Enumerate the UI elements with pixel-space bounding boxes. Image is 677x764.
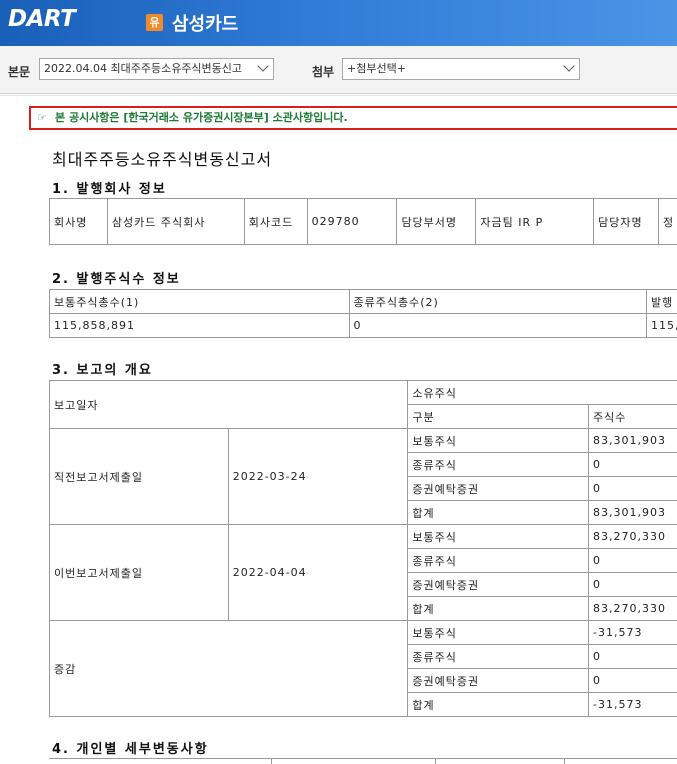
notice-text: 본 공시사항은 [한국거래소 유가증권시장본부] 소관사항입니다. xyxy=(55,111,348,124)
section3-heading: 3. 보고의 개요 xyxy=(52,363,153,378)
table-cell: 0 xyxy=(588,644,677,669)
chevron-down-icon xyxy=(257,60,269,72)
table-cell: 0 xyxy=(348,313,647,338)
company-info-table: 회사명 삼성카드 주식회사 회사코드 029780 담당부서명 자금팀 IR P… xyxy=(49,198,677,245)
top-header: DART 유 삼성카드 xyxy=(0,0,677,46)
listed-market-badge-icon: 유 xyxy=(146,14,163,31)
table-cell: 0 xyxy=(588,548,677,573)
report-summary-table: 보고일자 소유주식 구분 주식수 직전보고서제출일 2022-03-24 보통주… xyxy=(48,380,677,717)
table-cell: -31,573 xyxy=(588,692,677,717)
table-header-cell: 구분 xyxy=(407,404,590,429)
table-cell: 0 xyxy=(588,572,677,597)
table-cell: 자금팀 IR P xyxy=(475,198,595,245)
table-cell: 83,301,903 xyxy=(588,500,677,525)
table-row: 보고일자 소유주식 xyxy=(48,380,677,429)
group-date-cell: 2022-04-04 xyxy=(227,524,409,621)
table-cell: 증권예탁증권 xyxy=(407,476,590,501)
main-doc-select-value: 2022.04.04 최대주주등소유주식변동신고 xyxy=(44,62,243,75)
table-cell: 합계 xyxy=(407,692,590,717)
table-row: 증감 보통주식 -31,573 xyxy=(48,620,677,717)
table-cell: 83,301,903 xyxy=(588,428,677,453)
company-name: 삼성카드 xyxy=(172,14,239,35)
section1-heading: 1. 발행회사 정보 xyxy=(52,182,167,197)
table-cell: 증권예탁증권 xyxy=(407,572,590,597)
table-cell: 115,858,891 xyxy=(49,313,350,338)
section2-heading: 2. 발행주식수 정보 xyxy=(52,272,181,287)
main-doc-label: 본문 xyxy=(8,65,31,79)
table-cell: 보통주식 xyxy=(407,620,590,645)
attachment-select[interactable]: +첨부선택+ xyxy=(342,58,580,80)
table-header-cell: 소유주식 xyxy=(407,380,677,405)
chevron-down-icon xyxy=(563,60,575,72)
table-cell: 담당자명 xyxy=(593,198,659,245)
table-header-cell: 종류주식총수(2) xyxy=(348,289,647,314)
group-label-cell: 증감 xyxy=(48,620,409,717)
table-cell: 종류주식 xyxy=(407,548,590,573)
table-header-cell: 발행 xyxy=(646,289,677,314)
dart-logo[interactable]: DART xyxy=(8,6,76,32)
main-doc-select[interactable]: 2022.04.04 최대주주등소유주식변동신고 xyxy=(39,58,274,80)
table-row: 보통주식총수(1) 종류주식총수(2) 발행 xyxy=(49,289,677,314)
document-viewer[interactable]: ☞ 본 공시사항은 [한국거래소 유가증권시장본부] 소관사항입니다. 최대주주… xyxy=(0,95,677,764)
table-cell: 합계 xyxy=(407,596,590,621)
table-cell: 정 xyxy=(658,198,677,245)
pointing-hand-icon: ☞ xyxy=(37,111,47,124)
document-title: 최대주주등소유주식변동신고서 xyxy=(52,150,273,169)
table-cell: 0 xyxy=(588,452,677,477)
group-date-cell: 2022-03-24 xyxy=(227,428,409,525)
document-selector-bar: 본문 2022.04.04 최대주주등소유주식변동신고 첨부 +첨부선택+ xyxy=(0,46,677,94)
table-row: 이번보고서제출일 2022-04-04 보통주식 83,270,330 xyxy=(49,524,677,621)
table-cell: 83,270,330 xyxy=(588,524,677,549)
table-row: 직전보고서제출일 2022-03-24 보통주식 83,301,903 xyxy=(49,428,677,525)
section4-heading: 4. 개인별 세부변동사항 xyxy=(52,742,209,757)
table-cell: 증권예탁증권 xyxy=(407,668,590,693)
table-cell: 종류주식 xyxy=(407,644,590,669)
table-cell: 보통주식 xyxy=(407,524,590,549)
table-cell: 회사명 xyxy=(49,198,108,245)
attachment-select-value: +첨부선택+ xyxy=(347,62,406,75)
attachment-label: 첨부 xyxy=(312,65,335,79)
table-cell: -31,573 xyxy=(588,620,677,645)
table-cell: 삼성카드 주식회사 xyxy=(106,198,245,245)
table-header-cell: 보통주식총수(1) xyxy=(49,289,350,314)
section4-table-top xyxy=(49,758,677,764)
table-cell: 담당부서명 xyxy=(396,198,477,245)
table-cell: 115, xyxy=(646,313,677,338)
group-label-cell: 이번보고서제출일 xyxy=(49,524,229,621)
table-header-cell: 보고일자 xyxy=(48,380,409,429)
table-header-cell: 주식수 xyxy=(588,404,677,429)
table-cell: 합계 xyxy=(407,500,590,525)
table-cell: 종류주식 xyxy=(407,452,590,477)
table-cell: 029780 xyxy=(306,198,398,245)
table-cell: 회사코드 xyxy=(243,198,308,245)
table-row: 115,858,891 0 115, xyxy=(49,313,677,338)
table-cell: 83,270,330 xyxy=(588,596,677,621)
table-row: 회사명 삼성카드 주식회사 회사코드 029780 담당부서명 자금팀 IR P… xyxy=(49,198,677,245)
table-cell: 0 xyxy=(588,668,677,693)
notice-box: ☞ 본 공시사항은 [한국거래소 유가증권시장본부] 소관사항입니다. xyxy=(29,106,677,130)
table-cell: 보통주식 xyxy=(407,428,590,453)
issued-shares-table: 보통주식총수(1) 종류주식총수(2) 발행 115,858,891 0 115… xyxy=(49,289,677,338)
group-label-cell: 직전보고서제출일 xyxy=(49,428,229,525)
table-cell: 0 xyxy=(588,476,677,501)
